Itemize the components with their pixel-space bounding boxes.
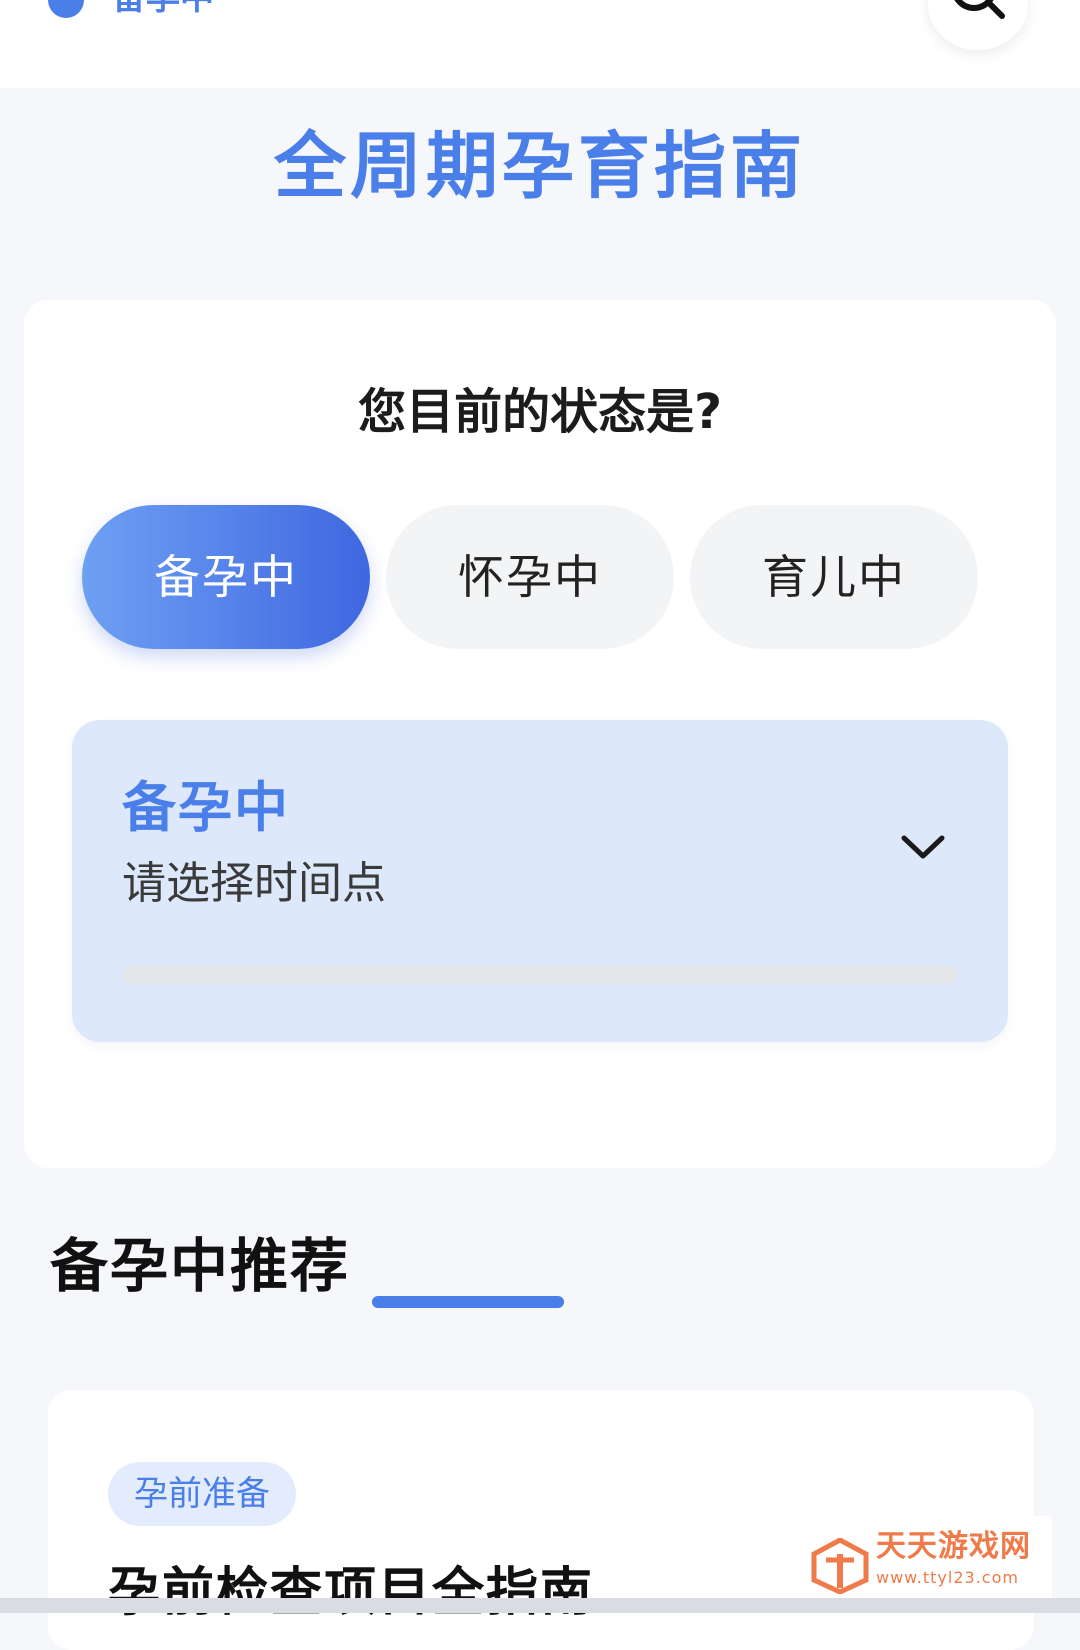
picker-hint: 请选择时间点 [122, 858, 386, 909]
stage-dot-icon [48, 0, 84, 18]
time-point-picker[interactable]: 备孕中 请选择时间点 [72, 720, 1008, 1042]
watermark: 天天游戏网 www.ttyl23.com [806, 1516, 1052, 1606]
chevron-down-icon[interactable] [900, 832, 946, 862]
time-progress-track[interactable] [122, 966, 958, 984]
stage-option-pregnant[interactable]: 怀孕中 [386, 505, 674, 649]
recommend-card-title[interactable]: 孕前检查项目全指南 [108, 1558, 594, 1628]
search-icon [954, 0, 1005, 19]
status-card: 您目前的状态是? 备孕中 怀孕中 育儿中 备孕中 请选择时间点 [24, 300, 1056, 1168]
watermark-name: 天天游戏网 [876, 1529, 1031, 1564]
bottom-edge [0, 1598, 1080, 1613]
picker-stage-label: 备孕中 [122, 776, 290, 839]
section-underline [372, 1296, 564, 1308]
page-title: 全周期孕育指南 [273, 124, 806, 208]
current-stage-label[interactable]: 备孕中 [112, 0, 214, 18]
recommend-section-title: 备孕中推荐 [50, 1232, 351, 1300]
watermark-logo-icon [811, 1538, 869, 1594]
stage-option-parenting[interactable]: 育儿中 [690, 505, 978, 649]
status-question: 您目前的状态是? [358, 384, 722, 440]
recommend-card-tag: 孕前准备 [108, 1462, 296, 1526]
top-bar: 备孕中 [0, 0, 1080, 88]
stage-option-preparing[interactable]: 备孕中 [82, 505, 370, 649]
search-button[interactable] [928, 0, 1028, 50]
watermark-url: www.ttyl23.com [876, 1568, 1019, 1587]
